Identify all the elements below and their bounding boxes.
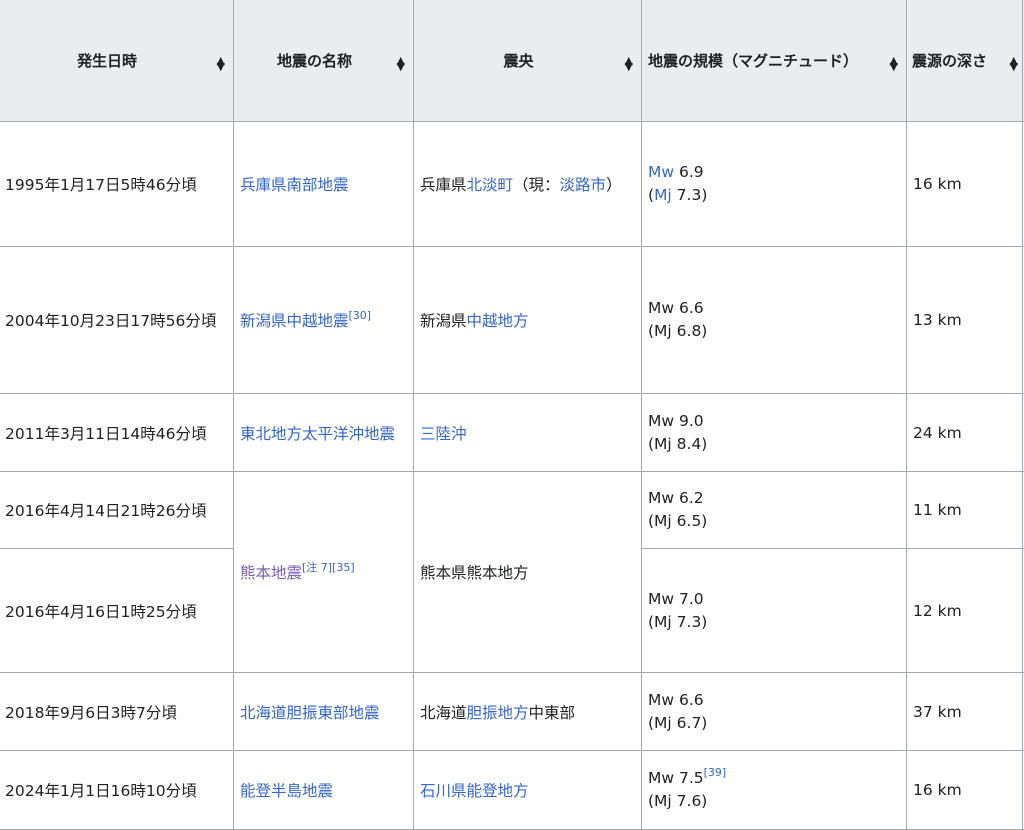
mw-link[interactable]: Mw	[648, 163, 674, 181]
magnitude-cell: Mw 6.9 (Mj 7.3)	[641, 121, 907, 247]
table-row: 2004年10月23日17時56分頃 新潟県中越地震[30] 新潟県中越地方 M…	[0, 246, 1024, 394]
epicenter-cell: 熊本県熊本地方	[413, 471, 642, 673]
name-cell: 能登半島地震	[233, 750, 414, 830]
depth-cell: 12 km	[906, 548, 1023, 673]
depth-cell: 13 km	[906, 246, 1023, 394]
earthquake-link[interactable]: 熊本地震	[240, 564, 302, 582]
table-row: 2024年1月1日16時10分頃 能登半島地震 石川県能登地方 Mw 7.5[3…	[0, 750, 1024, 830]
date-cell: 2016年4月16日1時25分頃	[0, 548, 234, 673]
sort-icon[interactable]: ▲ ▼	[397, 55, 405, 72]
sort-icon[interactable]: ▲ ▼	[217, 55, 225, 72]
depth-cell: 16 km	[906, 750, 1023, 830]
date-cell: 2004年10月23日17時56分頃	[0, 246, 234, 394]
earthquake-link[interactable]: 兵庫県南部地震	[240, 176, 349, 194]
date-cell: 2016年4月14日21時26分頃	[0, 471, 234, 549]
epicenter-link[interactable]: 中越地方	[467, 312, 529, 330]
depth-cell: 16 km	[906, 121, 1023, 247]
epicenter-link[interactable]: 胆振地方	[467, 704, 529, 722]
earthquake-link[interactable]: 北海道胆振東部地震	[240, 704, 380, 722]
epicenter-link[interactable]: 北淡町	[467, 176, 514, 194]
epicenter-link[interactable]: 三陸沖	[420, 425, 467, 443]
depth-cell: 11 km	[906, 471, 1023, 549]
name-cell: 兵庫県南部地震	[233, 121, 414, 247]
citation-link[interactable]: [注 7][35]	[302, 561, 355, 574]
date-cell: 1995年1月17日5時46分頃	[0, 121, 234, 247]
name-cell: 新潟県中越地震[30]	[233, 246, 414, 394]
epicenter-link[interactable]: 石川県能登地方	[420, 782, 529, 800]
mj-link[interactable]: Mj	[654, 186, 672, 204]
table-row: 1995年1月17日5時46分頃 兵庫県南部地震 兵庫県北淡町（現：淡路市） M…	[0, 121, 1024, 247]
name-cell: 東北地方太平洋沖地震	[233, 393, 414, 472]
magnitude-cell: Mw 7.5[39] (Mj 7.6)	[641, 750, 907, 830]
magnitude-cell: Mw 6.6 (Mj 6.7)	[641, 672, 907, 751]
epicenter-cell: 北海道胆振地方中東部	[413, 672, 642, 751]
header-date[interactable]: 発生日時 ▲ ▼	[0, 0, 234, 122]
sort-icon[interactable]: ▲ ▼	[625, 55, 633, 72]
table-row: 2018年9月6日3時7分頃 北海道胆振東部地震 北海道胆振地方中東部 Mw 6…	[0, 672, 1024, 751]
header-name[interactable]: 地震の名称 ▲ ▼	[233, 0, 414, 122]
date-cell: 2011年3月11日14時46分頃	[0, 393, 234, 472]
table-header-row: 発生日時 ▲ ▼ 地震の名称 ▲ ▼ 震央 ▲ ▼ 地震の規模（マグニチュード） ▲ ▼ 震源の…	[0, 0, 1024, 122]
name-cell: 北海道胆振東部地震	[233, 672, 414, 751]
magnitude-cell: Mw 6.6 (Mj 6.8)	[641, 246, 907, 394]
depth-cell: 37 km	[906, 672, 1023, 751]
magnitude-cell: Mw 7.0 (Mj 7.3)	[641, 548, 907, 673]
earthquake-link[interactable]: 東北地方太平洋沖地震	[240, 425, 395, 443]
epicenter-cell: 新潟県中越地方	[413, 246, 642, 394]
header-epicenter[interactable]: 震央 ▲ ▼	[413, 0, 642, 122]
epicenter-link-2[interactable]: 淡路市	[560, 176, 607, 194]
earthquake-table: 発生日時 ▲ ▼ 地震の名称 ▲ ▼ 震央 ▲ ▼ 地震の規模（マグニチュード） ▲ ▼ 震源の…	[0, 0, 1024, 830]
depth-cell: 24 km	[906, 393, 1023, 472]
date-cell: 2024年1月1日16時10分頃	[0, 750, 234, 830]
citation-link[interactable]: [39]	[704, 766, 727, 779]
earthquake-link[interactable]: 新潟県中越地震	[240, 312, 349, 330]
name-cell: 熊本地震[注 7][35]	[233, 471, 414, 673]
table-row: 2016年4月14日21時26分頃 熊本地震[注 7][35] 熊本県熊本地方 …	[0, 471, 1024, 673]
magnitude-cell: Mw 6.2 (Mj 6.5)	[641, 471, 907, 549]
magnitude-cell: Mw 9.0 (Mj 8.4)	[641, 393, 907, 472]
header-depth[interactable]: 震源の深さ ▲ ▼	[906, 0, 1023, 122]
header-magnitude[interactable]: 地震の規模（マグニチュード） ▲ ▼	[641, 0, 907, 122]
sort-icon[interactable]: ▲ ▼	[890, 55, 898, 72]
epicenter-cell: 三陸沖	[413, 393, 642, 472]
epicenter-cell: 兵庫県北淡町（現：淡路市）	[413, 121, 642, 247]
epicenter-cell: 石川県能登地方	[413, 750, 642, 830]
sort-icon[interactable]: ▲ ▼	[1010, 55, 1018, 72]
date-cell: 2018年9月6日3時7分頃	[0, 672, 234, 751]
earthquake-link[interactable]: 能登半島地震	[240, 782, 333, 800]
table-row: 2011年3月11日14時46分頃 東北地方太平洋沖地震 三陸沖 Mw 9.0(…	[0, 393, 1024, 472]
citation-link[interactable]: [30]	[349, 309, 372, 322]
